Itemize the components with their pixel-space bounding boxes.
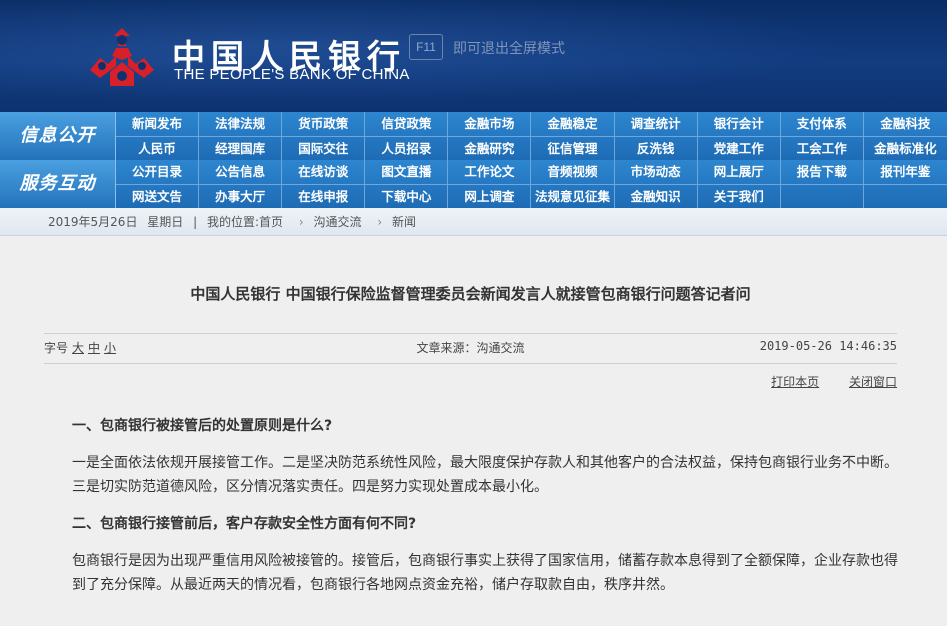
font-size-controls: 字号大中小 [44,339,116,356]
nav-item[interactable]: 公开目录 [116,160,200,184]
nav-item[interactable]: 人员招录 [365,137,449,161]
nav-item[interactable]: 报告下载 [781,160,864,184]
nav-item[interactable]: 法律法规 [199,112,283,136]
nav-item[interactable]: 市场动态 [615,160,698,184]
answer-paragraph: 一是全面依法依规开展接管工作。二是坚决防范系统性风险，最大限度保护存款人和其他客… [72,455,898,495]
nav-item[interactable]: 在线访谈 [282,160,366,184]
nav-item[interactable]: 在线申报 [282,185,366,209]
current-weekday: 星期日 [147,215,184,229]
close-window-link[interactable]: 关闭窗口 [849,375,897,389]
breadcrumb-divider: | [193,215,198,229]
nav-section-service: 服务互动 公开目录 公告信息 在线访谈 图文直播 工作论文 音频视频 市场动态 … [0,160,947,209]
nav-item[interactable]: 征信管理 [531,137,615,161]
divider [44,363,897,364]
article-title: 中国人民银行 中国银行保险监督管理委员会新闻发言人就接管包商银行问题答记者问 [190,285,751,303]
nav-row: 网送文告 办事大厅 在线申报 下载中心 网上调查 法规意见征集 金融知识 关于我… [116,184,947,209]
nav-item[interactable]: 法规意见征集 [531,185,615,209]
nav-item[interactable]: 金融市场 [448,112,532,136]
pboc-emblem-icon[interactable] [86,26,158,90]
nav-item[interactable]: 关于我们 [698,185,781,209]
nav-item[interactable]: 党建工作 [698,137,781,161]
nav-item[interactable]: 网上展厅 [698,160,781,184]
nav-category-service-interaction[interactable]: 服务互动 [0,160,116,208]
question-heading: 二、包商银行接管前后，客户存款安全性方面有何不同? [72,516,417,532]
nav-item[interactable]: 国际交往 [282,137,366,161]
chevron-right-icon: › [377,215,383,229]
f11-key-hint: F11 [409,34,443,60]
article-datetime: 2019-05-26 14:46:35 [759,339,897,353]
font-size-medium-link[interactable]: 中 [88,341,100,355]
breadcrumb-communication[interactable]: 沟通交流 [314,215,362,229]
chevron-right-icon: › [298,215,304,229]
nav-item[interactable]: 支付体系 [781,112,864,136]
nav-row: 人民币 经理国库 国际交往 人员招录 金融研究 征信管理 反洗钱 党建工作 工会… [116,136,947,161]
nav-item[interactable]: 新闻发布 [116,112,200,136]
fullscreen-exit-hint: 即可退出全屏模式 [453,41,565,57]
breadcrumb: 2019年5月26日 星期日 | 我的位置:首页 › 沟通交流 › 新闻 [0,208,947,236]
breadcrumb-news[interactable]: 新闻 [392,215,416,229]
nav-item[interactable]: 人民币 [116,137,200,161]
nav-item-empty [781,185,864,209]
nav-item[interactable]: 音频视频 [531,160,615,184]
nav-item[interactable]: 下载中心 [365,185,449,209]
nav-section-info: 信息公开 新闻发布 法律法规 货币政策 信贷政策 金融市场 金融稳定 调查统计 … [0,112,947,161]
breadcrumb-home[interactable]: 首页 [259,215,283,229]
nav-item[interactable]: 货币政策 [282,112,366,136]
nav-item[interactable]: 工作论文 [448,160,532,184]
nav-row: 新闻发布 法律法规 货币政策 信贷政策 金融市场 金融稳定 调查统计 银行会计 … [116,112,947,136]
nav-item[interactable]: 网送文告 [116,185,200,209]
nav-item[interactable]: 金融科技 [864,112,947,136]
current-date: 2019年5月26日 [48,215,138,229]
font-size-large-link[interactable]: 大 [72,341,84,355]
nav-item-empty [864,185,947,209]
article-body: 一、包商银行被接管后的处置原则是什么? 一是全面依法依规开展接管工作。二是坚决防… [72,415,902,611]
nav-row: 公开目录 公告信息 在线访谈 图文直播 工作论文 音频视频 市场动态 网上展厅 … [116,160,947,184]
nav-item[interactable]: 网上调查 [448,185,532,209]
nav-item[interactable]: 反洗钱 [615,137,698,161]
nav-item[interactable]: 金融标准化 [864,137,947,161]
nav-item[interactable]: 金融知识 [615,185,698,209]
nav-item[interactable]: 工会工作 [781,137,864,161]
location-label: 我的位置: [207,215,260,229]
article-tools: 打印本页 关闭窗口 [745,373,897,390]
nav-item[interactable]: 金融稳定 [531,112,615,136]
font-size-small-link[interactable]: 小 [104,341,116,355]
main-nav: 信息公开 新闻发布 法律法规 货币政策 信贷政策 金融市场 金融稳定 调查统计 … [0,112,947,209]
nav-item[interactable]: 金融研究 [448,137,532,161]
nav-item[interactable]: 图文直播 [365,160,449,184]
nav-item[interactable]: 银行会计 [698,112,781,136]
nav-item[interactable]: 公告信息 [199,160,283,184]
nav-item[interactable]: 经理国库 [199,137,283,161]
nav-category-info-disclosure[interactable]: 信息公开 [0,112,116,160]
font-size-label: 字号 [44,341,69,355]
nav-item[interactable]: 报刊年鉴 [864,160,947,184]
nav-item[interactable]: 调查统计 [615,112,698,136]
answer-paragraph: 包商银行是因为出现严重信用风险被接管的。接管后，包商银行事实上获得了国家信用，储… [72,553,898,593]
article-meta: 字号大中小 文章来源：沟通交流 2019-05-26 14:46:35 [44,339,897,359]
logo-english[interactable]: THE PEOPLE'S BANK OF CHINA [174,66,410,83]
nav-item[interactable]: 办事大厅 [199,185,283,209]
site-header: 中国人民银行 THE PEOPLE'S BANK OF CHINA F11 即可… [0,0,947,112]
question-heading: 一、包商银行被接管后的处置原则是什么? [72,418,333,434]
nav-item[interactable]: 信贷政策 [365,112,449,136]
print-page-link[interactable]: 打印本页 [771,375,819,389]
article-container: 中国人民银行 中国银行保险监督管理委员会新闻发言人就接管包商银行问题答记者问 字… [0,237,947,626]
divider [44,333,897,334]
